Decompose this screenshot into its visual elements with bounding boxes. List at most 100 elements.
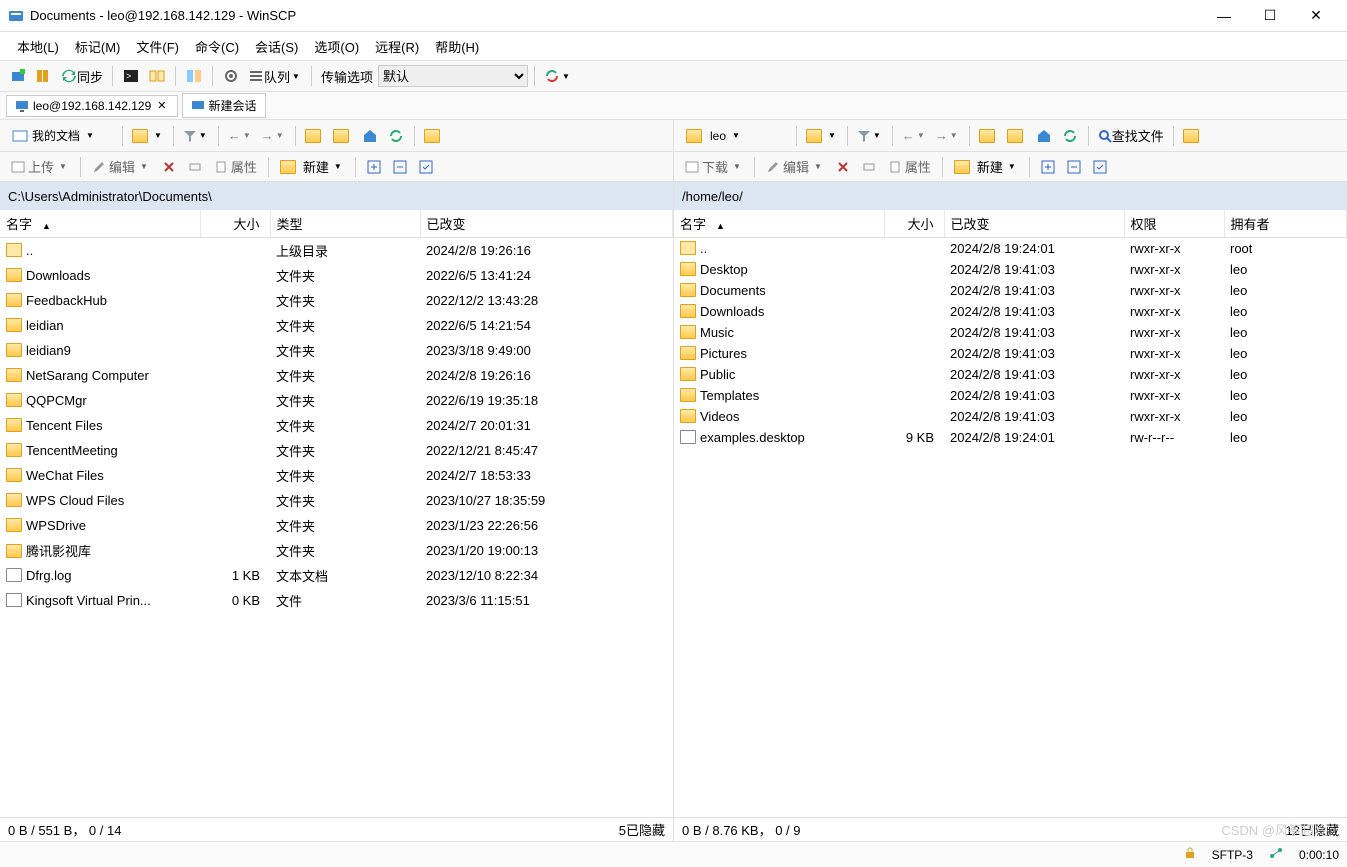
local-new-button[interactable]: 新建▼ bbox=[275, 155, 349, 178]
remote-plus-icon[interactable] bbox=[1036, 155, 1060, 179]
remote-edit-button[interactable]: 编辑▼ bbox=[761, 155, 829, 178]
local-forward-icon[interactable]: →▼ bbox=[258, 124, 289, 148]
local-col-type[interactable]: 类型 bbox=[270, 210, 420, 238]
local-rename-icon[interactable] bbox=[183, 158, 207, 176]
local-drive-dropdown[interactable]: 我的文档 ▼ bbox=[6, 125, 116, 146]
menu-session[interactable]: 会话(S) bbox=[248, 33, 305, 60]
remote-root-icon[interactable] bbox=[1004, 124, 1030, 148]
menu-help[interactable]: 帮助(H) bbox=[428, 33, 486, 60]
table-row[interactable]: WPSDrive文件夹2023/1/23 22:26:56 bbox=[0, 513, 673, 538]
local-minus-icon[interactable] bbox=[388, 155, 412, 179]
remote-find-button[interactable]: 查找文件 bbox=[1095, 124, 1167, 148]
remote-forward-icon[interactable]: →▼ bbox=[932, 124, 963, 148]
table-row[interactable]: QQPCMgr文件夹2022/6/19 19:35:18 bbox=[0, 388, 673, 413]
remote-filter-icon[interactable]: ▼ bbox=[854, 124, 886, 148]
local-home-icon[interactable] bbox=[358, 124, 382, 148]
compare-icon[interactable] bbox=[182, 64, 206, 88]
sites-icon[interactable] bbox=[32, 64, 56, 88]
table-row[interactable]: leidian文件夹2022/6/5 14:21:54 bbox=[0, 313, 673, 338]
table-row[interactable]: Downloads2024/2/8 19:41:03rwxr-xr-xleo bbox=[674, 301, 1347, 322]
table-row[interactable]: Downloads文件夹2022/6/5 13:41:24 bbox=[0, 263, 673, 288]
remote-folder-dropdown[interactable]: leo ▼ bbox=[680, 127, 790, 145]
table-row[interactable]: Pictures2024/2/8 19:41:03rwxr-xr-xleo bbox=[674, 343, 1347, 364]
table-row[interactable]: ..上级目录2024/2/8 19:26:16 bbox=[0, 238, 673, 264]
menu-local[interactable]: 本地(L) bbox=[10, 33, 66, 60]
table-row[interactable]: Tencent Files文件夹2024/2/7 20:01:31 bbox=[0, 413, 673, 438]
table-row[interactable]: leidian9文件夹2023/3/18 9:49:00 bbox=[0, 338, 673, 363]
local-filter-icon[interactable]: ▼ bbox=[180, 124, 212, 148]
remote-parent-icon[interactable] bbox=[976, 124, 1002, 148]
menu-option[interactable]: 选项(O) bbox=[307, 33, 366, 60]
local-file-list[interactable]: 名字▲ 大小 类型 已改变 ..上级目录2024/2/8 19:26:16Dow… bbox=[0, 210, 673, 817]
local-col-name[interactable]: 名字▲ bbox=[0, 210, 200, 238]
table-row[interactable]: Templates2024/2/8 19:41:03rwxr-xr-xleo bbox=[674, 385, 1347, 406]
table-row[interactable]: Desktop2024/2/8 19:41:03rwxr-xr-xleo bbox=[674, 259, 1347, 280]
remote-minus-icon[interactable] bbox=[1062, 155, 1086, 179]
local-bookmark-icon[interactable] bbox=[421, 124, 447, 148]
local-col-changed[interactable]: 已改变 bbox=[420, 210, 673, 238]
remote-select-all-icon[interactable] bbox=[1088, 155, 1112, 179]
tab-session[interactable]: leo@192.168.142.129 ✕ bbox=[6, 95, 178, 117]
local-path-bar[interactable]: C:\Users\Administrator\Documents\ bbox=[0, 182, 673, 210]
table-row[interactable]: Videos2024/2/8 19:41:03rwxr-xr-xleo bbox=[674, 406, 1347, 427]
table-row[interactable]: 腾讯影视库文件夹2023/1/20 19:00:13 bbox=[0, 538, 673, 563]
table-row[interactable]: Dfrg.log1 KB文本文档2023/12/10 8:22:34 bbox=[0, 563, 673, 588]
remote-refresh-icon[interactable] bbox=[1058, 124, 1082, 148]
close-button[interactable]: ✕ bbox=[1293, 2, 1339, 30]
remote-col-size[interactable]: 大小 bbox=[884, 210, 944, 238]
table-row[interactable]: WPS Cloud Files文件夹2023/10/27 18:35:59 bbox=[0, 488, 673, 513]
local-plus-icon[interactable] bbox=[362, 155, 386, 179]
reconnect-icon[interactable]: ▼ bbox=[541, 64, 575, 88]
table-row[interactable]: WeChat Files文件夹2024/2/7 18:53:33 bbox=[0, 463, 673, 488]
local-col-size[interactable]: 大小 bbox=[200, 210, 270, 238]
menu-command[interactable]: 命令(C) bbox=[188, 33, 246, 60]
remote-back-icon[interactable]: ←▼ bbox=[899, 124, 930, 148]
console-icon[interactable]: > bbox=[119, 64, 143, 88]
remote-new-button[interactable]: 新建▼ bbox=[949, 155, 1023, 178]
local-parent-icon[interactable] bbox=[302, 124, 328, 148]
remote-home-icon[interactable] bbox=[1032, 124, 1056, 148]
table-row[interactable]: ..2024/2/8 19:24:01rwxr-xr-xroot bbox=[674, 238, 1347, 260]
local-root-icon[interactable] bbox=[330, 124, 356, 148]
table-row[interactable]: examples.desktop9 KB2024/2/8 19:24:01rw-… bbox=[674, 427, 1347, 448]
local-refresh-icon[interactable] bbox=[384, 124, 408, 148]
table-row[interactable]: Kingsoft Virtual Prin...0 KB文件2023/3/6 1… bbox=[0, 588, 673, 613]
maximize-button[interactable]: ☐ bbox=[1247, 2, 1293, 30]
queue-button[interactable]: 队列▼ bbox=[245, 64, 305, 88]
tab-close-icon[interactable]: ✕ bbox=[155, 99, 168, 112]
remote-col-owner[interactable]: 拥有者 bbox=[1224, 210, 1347, 238]
preferences-icon[interactable] bbox=[219, 64, 243, 88]
local-edit-button[interactable]: 编辑▼ bbox=[87, 155, 155, 178]
local-delete-icon[interactable] bbox=[157, 158, 181, 176]
local-props-button[interactable]: 属性 bbox=[209, 155, 262, 178]
table-row[interactable]: Documents2024/2/8 19:41:03rwxr-xr-xleo bbox=[674, 280, 1347, 301]
sync-button[interactable]: 同步 bbox=[58, 64, 106, 88]
remote-download-button[interactable]: 下载▼ bbox=[680, 155, 748, 178]
table-row[interactable]: NetSarang Computer文件夹2024/2/8 19:26:16 bbox=[0, 363, 673, 388]
remote-path-bar[interactable]: /home/leo/ bbox=[674, 182, 1347, 210]
menu-remote[interactable]: 远程(R) bbox=[368, 33, 426, 60]
local-select-all-icon[interactable] bbox=[414, 155, 438, 179]
menu-mark[interactable]: 标记(M) bbox=[68, 33, 128, 60]
remote-file-list[interactable]: 名字▲ 大小 已改变 权限 拥有者 ..2024/2/8 19:24:01rwx… bbox=[674, 210, 1347, 817]
table-row[interactable]: TencentMeeting文件夹2022/12/21 8:45:47 bbox=[0, 438, 673, 463]
remote-open-folder-icon[interactable]: ▼ bbox=[803, 124, 841, 148]
remote-bookmark-icon[interactable] bbox=[1180, 124, 1206, 148]
local-upload-button[interactable]: 上传▼ bbox=[6, 155, 74, 178]
tab-new-session[interactable]: 新建会话 bbox=[182, 93, 266, 118]
transfer-settings-dropdown[interactable]: 默认 bbox=[378, 65, 528, 87]
synchronize-browse-icon[interactable] bbox=[145, 64, 169, 88]
table-row[interactable]: FeedbackHub文件夹2022/12/2 13:43:28 bbox=[0, 288, 673, 313]
menu-file[interactable]: 文件(F) bbox=[129, 33, 186, 60]
remote-props-button[interactable]: 属性 bbox=[883, 155, 936, 178]
remote-rename-icon[interactable] bbox=[857, 158, 881, 176]
table-row[interactable]: Music2024/2/8 19:41:03rwxr-xr-xleo bbox=[674, 322, 1347, 343]
local-back-icon[interactable]: ←▼ bbox=[225, 124, 256, 148]
new-session-icon[interactable] bbox=[6, 64, 30, 88]
remote-col-rights[interactable]: 权限 bbox=[1124, 210, 1224, 238]
remote-col-changed[interactable]: 已改变 bbox=[944, 210, 1124, 238]
minimize-button[interactable]: — bbox=[1201, 2, 1247, 30]
table-row[interactable]: Public2024/2/8 19:41:03rwxr-xr-xleo bbox=[674, 364, 1347, 385]
remote-delete-icon[interactable] bbox=[831, 158, 855, 176]
remote-col-name[interactable]: 名字▲ bbox=[674, 210, 884, 238]
